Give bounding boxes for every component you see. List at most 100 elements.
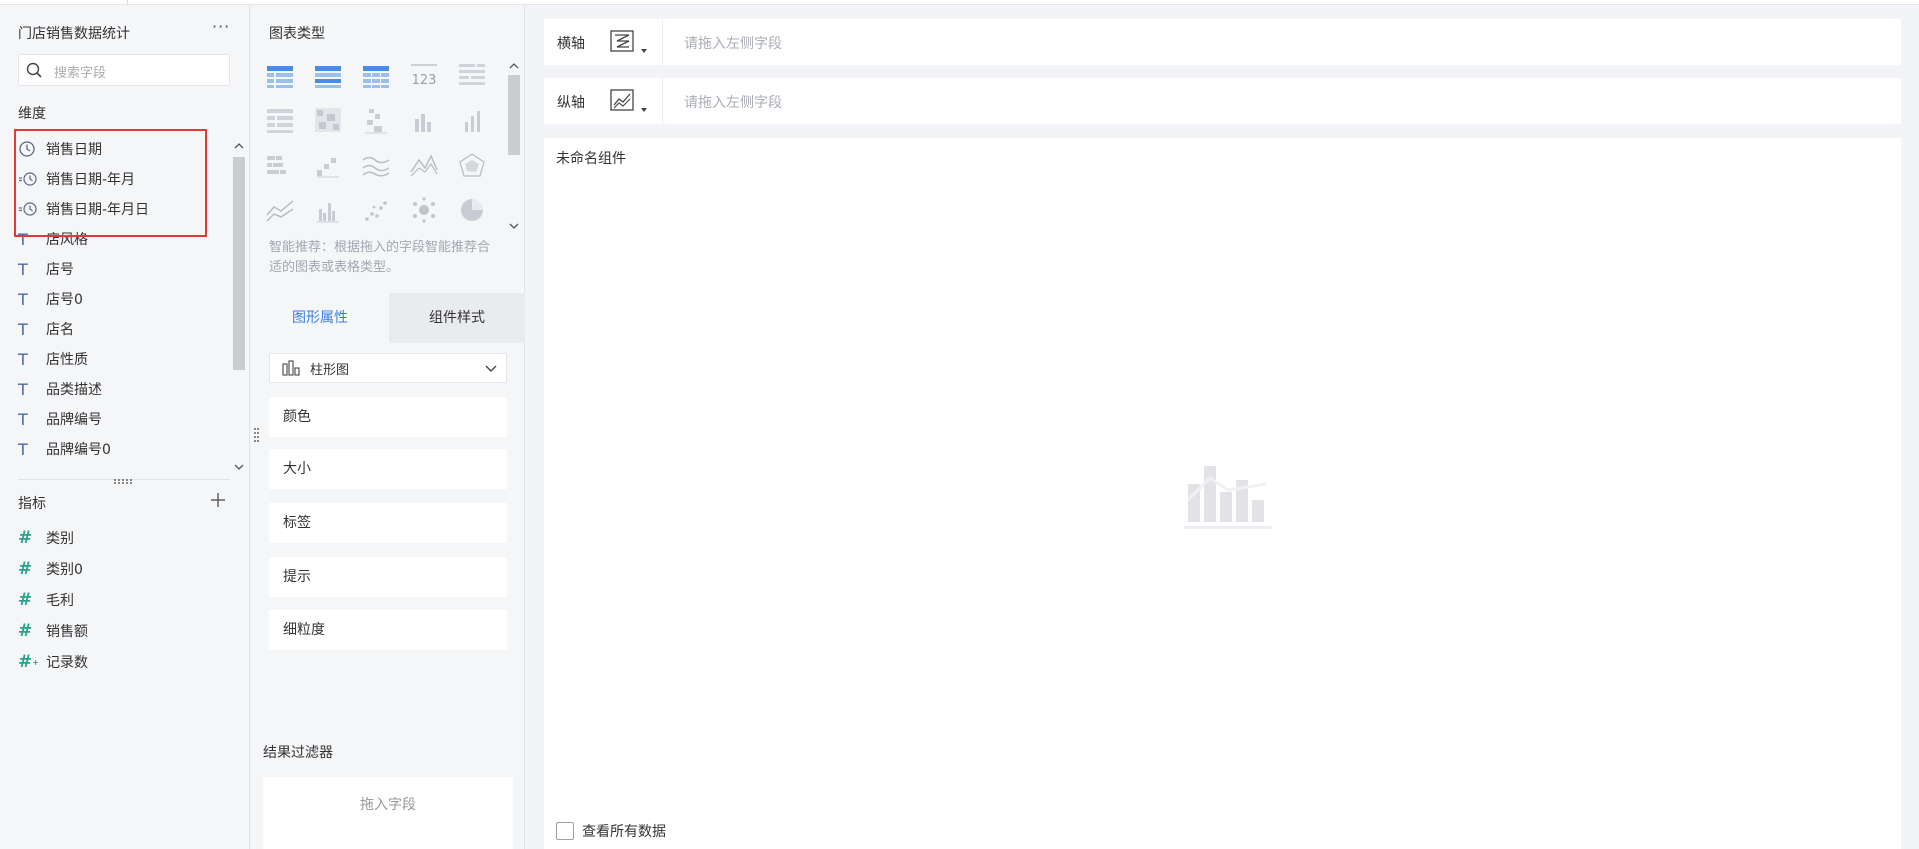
x-axis-dropzone[interactable]: 请拖入左侧字段 bbox=[684, 33, 782, 53]
chart-type-label: 柱形图 bbox=[310, 362, 350, 378]
metric-label: 毛利 bbox=[46, 593, 74, 609]
property-size[interactable]: 大小 bbox=[269, 449, 507, 489]
field-panel: 门店销售数据统计 ··· 搜索字段 维度 销售日期 销售日期-年月 销售日期-年… bbox=[0, 5, 250, 849]
metrics-label: 指标 bbox=[18, 496, 46, 512]
config-tabs: 图形属性 组件样式 bbox=[251, 293, 525, 343]
dimensions-label: 维度 bbox=[18, 106, 46, 122]
chevron-down-icon bbox=[485, 365, 497, 372]
filter-table-icon[interactable] bbox=[265, 105, 295, 135]
metric-item[interactable]: # 类别 bbox=[18, 526, 74, 550]
add-metric-icon[interactable] bbox=[208, 490, 228, 510]
view-all-data-label: 查看所有数据 bbox=[582, 824, 666, 840]
grouped-table-icon[interactable] bbox=[313, 60, 343, 90]
chart-type-scrollbar[interactable] bbox=[505, 57, 523, 237]
multi-line-icon[interactable] bbox=[265, 195, 295, 225]
search-input[interactable]: 搜索字段 bbox=[18, 54, 230, 86]
table-icon[interactable] bbox=[265, 60, 295, 90]
search-placeholder: 搜索字段 bbox=[54, 66, 107, 81]
dimension-label: 品牌编号0 bbox=[46, 442, 111, 458]
text-type-icon: T bbox=[18, 439, 28, 459]
dimension-item[interactable]: T 店号0 bbox=[18, 287, 83, 311]
scroll-thumb[interactable] bbox=[508, 75, 520, 155]
detail-table-icon[interactable] bbox=[457, 60, 487, 90]
y-axis-label: 纵轴 bbox=[557, 95, 585, 111]
dimension-item[interactable]: T 品牌编号0 bbox=[18, 437, 111, 461]
chart-type-select[interactable]: 柱形图 bbox=[269, 353, 507, 383]
property-color[interactable]: 颜色 bbox=[269, 397, 507, 437]
panel-resize-handle[interactable] bbox=[254, 428, 260, 444]
checkbox[interactable] bbox=[556, 822, 574, 840]
more-icon[interactable]: ··· bbox=[212, 17, 230, 36]
cross-table-icon[interactable] bbox=[361, 60, 391, 90]
dimension-label: 店号 bbox=[46, 262, 74, 278]
dimension-label: 店名 bbox=[46, 322, 74, 338]
component-name[interactable]: 未命名组件 bbox=[556, 148, 626, 168]
number-type-icon: # bbox=[18, 621, 33, 641]
dimension-item[interactable]: T 品牌编号 bbox=[18, 407, 102, 431]
property-tooltip[interactable]: 提示 bbox=[269, 557, 507, 597]
axis-separator bbox=[662, 78, 663, 124]
dimension-scrollbar[interactable] bbox=[230, 135, 248, 475]
bubble-chart-icon[interactable] bbox=[409, 195, 439, 225]
dimension-item[interactable]: T 店名 bbox=[18, 317, 74, 341]
pie-chart-icon[interactable] bbox=[457, 195, 487, 225]
dimension-label: 品类描述 bbox=[46, 382, 102, 398]
property-granularity[interactable]: 细粒度 bbox=[269, 610, 507, 650]
chevron-up-icon[interactable] bbox=[509, 61, 519, 71]
y-axis-type-icon[interactable] bbox=[610, 88, 650, 116]
range-bar-icon[interactable] bbox=[361, 105, 391, 135]
chevron-up-icon[interactable] bbox=[234, 141, 244, 151]
text-type-icon: T bbox=[18, 319, 28, 339]
number-type-icon: # bbox=[18, 528, 33, 548]
tab-graphic-properties[interactable]: 图形属性 bbox=[251, 293, 389, 343]
dimension-label: 店号0 bbox=[46, 292, 83, 308]
record-count-icon: # + bbox=[18, 652, 39, 672]
chart-type-title: 图表类型 bbox=[269, 26, 325, 42]
scatter-plot-icon[interactable] bbox=[361, 195, 391, 225]
column-chart-icon[interactable] bbox=[409, 105, 439, 135]
waterfall-icon[interactable] bbox=[313, 150, 343, 180]
search-icon bbox=[26, 62, 42, 78]
radar-chart-icon[interactable] bbox=[457, 150, 487, 180]
metric-item[interactable]: # 毛利 bbox=[18, 588, 74, 612]
chart-canvas: 未命名组件 查看所有数据 bbox=[544, 138, 1901, 849]
dimension-label: 品牌编号 bbox=[46, 412, 102, 428]
result-filter-title: 结果过滤器 bbox=[263, 745, 333, 761]
area-chart-icon[interactable] bbox=[409, 150, 439, 180]
heatmap-icon[interactable] bbox=[313, 105, 343, 135]
datasource-title: 门店销售数据统计 bbox=[18, 26, 130, 42]
y-axis-dropzone[interactable]: 请拖入左侧字段 bbox=[684, 92, 782, 112]
number-card-icon[interactable]: 123 bbox=[409, 60, 439, 90]
smart-recommendation-hint: 智能推荐：根据拖入的字段智能推荐合适的图表或表格类型。 bbox=[269, 240, 491, 275]
dimension-item[interactable]: T 品类描述 bbox=[18, 377, 102, 401]
bar-chart-icon[interactable] bbox=[457, 105, 487, 135]
x-axis-type-icon[interactable] bbox=[610, 29, 650, 57]
chevron-down-icon[interactable] bbox=[234, 462, 244, 472]
dimension-item[interactable]: T 店号 bbox=[18, 257, 74, 281]
metric-label: 类别 bbox=[46, 531, 74, 547]
highlight-box bbox=[14, 129, 207, 237]
resize-handle[interactable] bbox=[114, 478, 132, 487]
tab-component-style[interactable]: 组件样式 bbox=[389, 293, 525, 343]
line-chart-icon[interactable] bbox=[361, 150, 391, 180]
scroll-thumb[interactable] bbox=[233, 157, 245, 370]
x-axis-label: 横轴 bbox=[557, 36, 585, 52]
svg-text:123: 123 bbox=[412, 73, 437, 88]
metric-item[interactable]: # + 记录数 bbox=[18, 650, 88, 674]
view-all-data-checkbox[interactable]: 查看所有数据 bbox=[556, 821, 666, 841]
grouped-column-icon[interactable] bbox=[313, 195, 343, 225]
text-type-icon: T bbox=[18, 379, 28, 399]
metric-label: 记录数 bbox=[46, 655, 88, 671]
number-type-icon: # bbox=[18, 590, 33, 610]
metric-item[interactable]: # 销售额 bbox=[18, 619, 88, 643]
stacked-bar-icon[interactable] bbox=[265, 150, 295, 180]
dimension-item[interactable]: T 店性质 bbox=[18, 347, 88, 371]
chart-config-panel: 图表类型 123 智能推荐：根据拖入的字段智能推荐合适的图表或表格类型。 图形属… bbox=[251, 5, 525, 849]
result-filter-dropzone[interactable]: 拖入字段 bbox=[263, 777, 513, 849]
metric-label: 销售额 bbox=[46, 624, 88, 640]
text-type-icon: T bbox=[18, 289, 28, 309]
property-label[interactable]: 标签 bbox=[269, 503, 507, 543]
chevron-down-icon[interactable] bbox=[509, 221, 519, 231]
metric-item[interactable]: # 类别0 bbox=[18, 557, 83, 581]
text-type-icon: T bbox=[18, 349, 28, 369]
